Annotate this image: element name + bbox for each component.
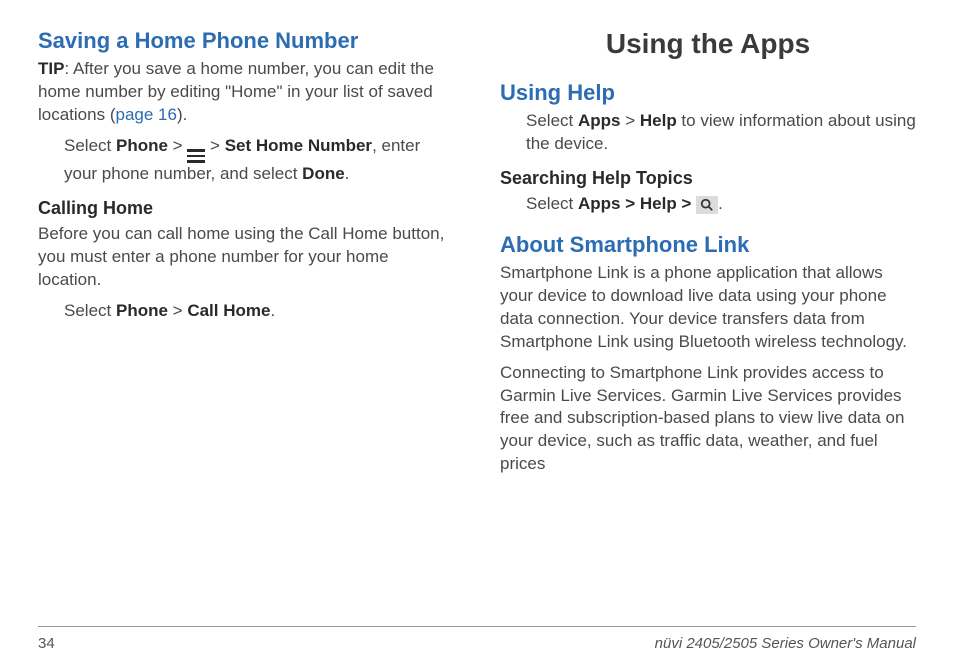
smartphone-link-p2: Connecting to Smartphone Link provides a… <box>500 362 916 477</box>
done-label: Done <box>302 164 345 183</box>
tip-body-2: ). <box>177 105 187 124</box>
heading-using-help: Using Help <box>500 80 916 106</box>
tip-body-1: : After you save a home number, you can … <box>38 59 434 124</box>
text: Select <box>526 111 578 130</box>
text: > <box>205 136 224 155</box>
heading-calling-home: Calling Home <box>38 198 454 219</box>
text: > <box>620 111 639 130</box>
calling-home-body: Before you can call home using the Call … <box>38 223 454 292</box>
tip-paragraph: TIP: After you save a home number, you c… <box>38 58 454 127</box>
text: . <box>270 301 275 320</box>
heading-searching-help-topics: Searching Help Topics <box>500 168 916 189</box>
text: Select <box>64 136 116 155</box>
phone-label: Phone <box>116 136 168 155</box>
text: Select <box>64 301 116 320</box>
menu-icon <box>187 149 205 163</box>
apps-label: Apps <box>578 111 621 130</box>
page-content: Saving a Home Phone Number TIP: After yo… <box>38 28 916 614</box>
heading-about-smartphone-link: About Smartphone Link <box>500 232 916 258</box>
set-home-number-label: Set Home Number <box>225 136 372 155</box>
text: Select <box>526 194 578 213</box>
set-home-instruction: Select Phone > > Set Home Number, enter … <box>38 135 454 186</box>
manual-title: nüvi 2405/2505 Series Owner's Manual <box>655 635 916 652</box>
text: . <box>718 194 723 213</box>
page-number: 34 <box>38 635 55 652</box>
heading-using-the-apps: Using the Apps <box>500 28 916 60</box>
search-help-instruction: Select Apps > Help > . <box>500 193 916 216</box>
right-column: Using the Apps Using Help Select Apps > … <box>500 28 916 614</box>
call-home-instruction: Select Phone > Call Home. <box>38 300 454 323</box>
smartphone-link-p1: Smartphone Link is a phone application t… <box>500 262 916 354</box>
call-home-label: Call Home <box>187 301 270 320</box>
text: > <box>168 301 187 320</box>
search-path: Apps > Help > <box>578 194 696 213</box>
text: > <box>168 136 187 155</box>
heading-saving-home-number: Saving a Home Phone Number <box>38 28 454 54</box>
page-16-link[interactable]: page 16 <box>115 105 176 124</box>
search-icon <box>696 196 718 214</box>
page-footer: 34 nüvi 2405/2505 Series Owner's Manual <box>38 626 916 652</box>
left-column: Saving a Home Phone Number TIP: After yo… <box>38 28 454 614</box>
help-label: Help <box>640 111 677 130</box>
using-help-instruction: Select Apps > Help to view information a… <box>500 110 916 156</box>
phone-label: Phone <box>116 301 168 320</box>
tip-label: TIP <box>38 59 64 78</box>
text: . <box>345 164 350 183</box>
